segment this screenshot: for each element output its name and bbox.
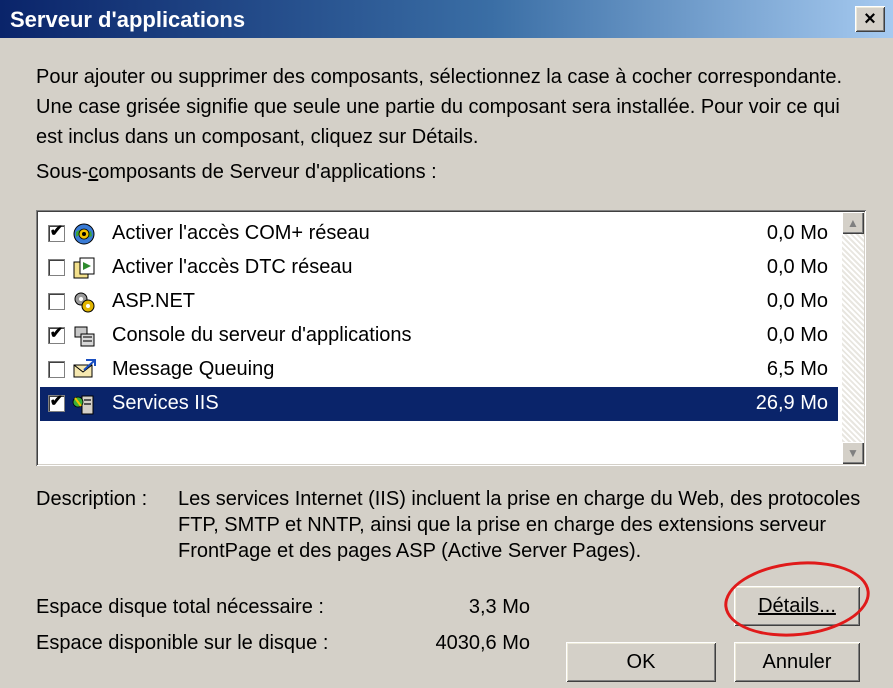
subcomponents-label-part1: Sous- — [36, 161, 89, 183]
console-icon — [74, 326, 95, 347]
subcomponents-label-part2: omposants de Serveur d'applications : — [98, 161, 437, 183]
list-item-label: Activer l'accès DTC réseau — [112, 256, 353, 278]
gear-icon — [74, 292, 95, 313]
checkbox-com-network-access[interactable]: ✔ — [48, 223, 65, 242]
subcomponents-label: Sous-composants de Serveur d'application… — [36, 161, 437, 184]
close-icon: × — [864, 8, 876, 30]
list-item-dtc-network-access[interactable]: Activer l'accès DTC réseau 0,0 Mo — [40, 251, 838, 285]
list-item-label: Services IIS — [112, 392, 219, 414]
iis-server-icon — [72, 395, 94, 415]
disk-required-value: 3,3 Mo — [468, 596, 530, 618]
subcomponents-label-accesskey: c — [88, 161, 99, 183]
scroll-down-button[interactable]: ▼ — [842, 442, 864, 464]
checkbox-message-queuing[interactable] — [48, 361, 65, 378]
checkmark-icon: ✔ — [49, 393, 64, 410]
disk-required-label: Espace disque total nécessaire : — [36, 596, 324, 618]
list-item-label: ASP.NET — [112, 290, 195, 312]
details-button-label: Détails... — [758, 595, 836, 617]
disk-available-value: 4030,6 Mo — [435, 632, 530, 654]
list-item-asp-net[interactable]: ASP.NET 0,0 Mo — [40, 285, 838, 319]
list-item-message-queuing[interactable]: Message Queuing 6,5 Mo — [40, 353, 838, 387]
network-globe-icon — [73, 223, 95, 245]
subcomponents-list[interactable]: ✔ Activer l'accès COM+ réseau 0,0 Mo Act… — [36, 210, 866, 466]
description-label: Description : — [36, 488, 148, 510]
dtc-service-icon — [73, 257, 95, 279]
checkmark-icon: ✔ — [49, 325, 64, 342]
list-item-app-server-console[interactable]: ✔ Console du serveur d'applications 0,0 … — [40, 319, 838, 353]
list-item-iis-services[interactable]: ✔ Services IIS 26,9 Mo — [40, 387, 838, 421]
list-item-com-network-access[interactable]: ✔ Activer l'accès COM+ réseau 0,0 Mo — [40, 217, 838, 251]
list-item-label: Message Queuing — [112, 358, 275, 380]
checkbox-dtc-network-access[interactable] — [48, 259, 65, 276]
list-item-size: 0,0 Mo — [766, 222, 828, 244]
list-item-size: 0,0 Mo — [766, 290, 828, 312]
instructions-text: Pour ajouter ou supprimer des composants… — [36, 66, 843, 148]
list-scrollbar[interactable]: ▲ ▼ — [842, 212, 864, 464]
cancel-button[interactable]: Annuler — [734, 642, 860, 682]
arrow-down-icon: ▼ — [847, 446, 859, 460]
description-text: Les services Internet (IIS) incluent la … — [178, 488, 861, 562]
list-item-label: Activer l'accès COM+ réseau — [112, 222, 370, 244]
arrow-up-icon: ▲ — [847, 216, 859, 230]
ok-button[interactable]: OK — [566, 642, 716, 682]
list-item-size: 0,0 Mo — [766, 256, 828, 278]
close-button[interactable]: × — [855, 6, 885, 32]
application-server-dialog: Serveur d'applications × Pour ajouter ou… — [0, 0, 893, 688]
checkbox-asp-net[interactable] — [48, 293, 65, 310]
list-item-size: 0,0 Mo — [766, 324, 828, 346]
list-item-label: Console du serveur d'applications — [112, 324, 412, 346]
details-button[interactable]: Détails... — [734, 586, 860, 626]
scroll-up-button[interactable]: ▲ — [842, 212, 864, 234]
checkbox-iis-services[interactable]: ✔ — [48, 393, 65, 412]
title-bar[interactable]: Serveur d'applications × — [0, 0, 893, 38]
checkbox-app-server-console[interactable]: ✔ — [48, 325, 65, 344]
disk-available-label: Espace disponible sur le disque : — [36, 632, 329, 654]
ok-button-label: OK — [626, 651, 656, 673]
checkmark-icon: ✔ — [49, 223, 64, 240]
message-envelope-icon — [73, 359, 96, 378]
dialog-title: Serveur d'applications — [10, 7, 246, 32]
cancel-button-label: Annuler — [762, 651, 832, 673]
list-item-size: 26,9 Mo — [755, 392, 828, 414]
list-item-size: 6,5 Mo — [766, 358, 828, 380]
